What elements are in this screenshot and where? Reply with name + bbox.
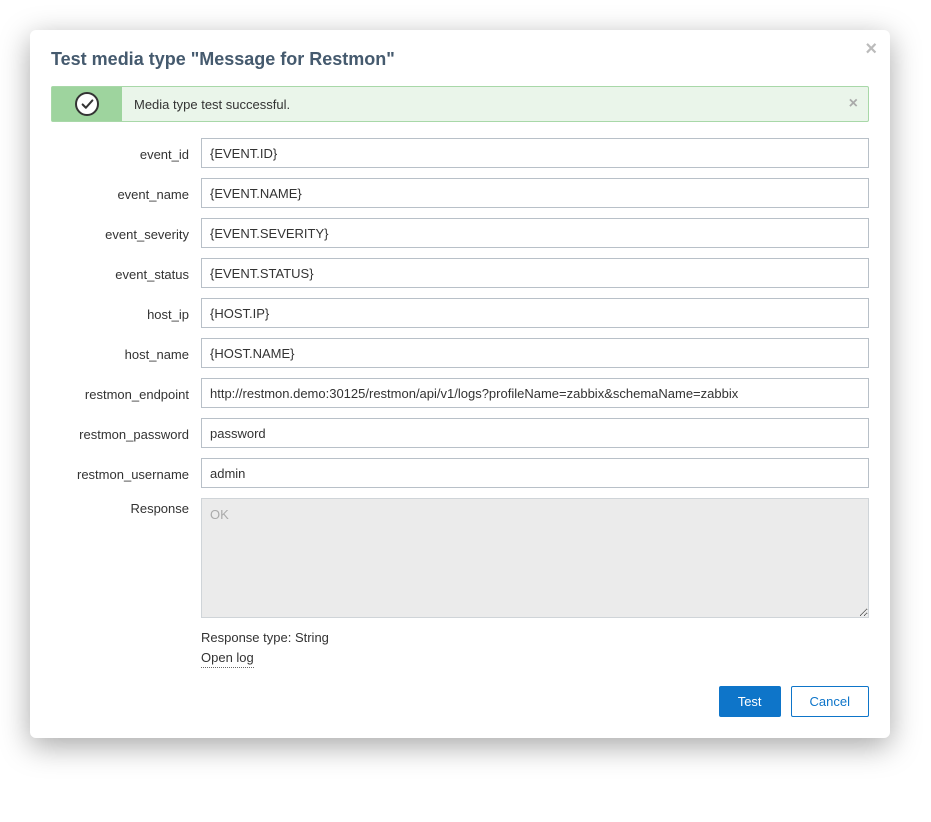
success-alert: Media type test successful. ×: [51, 86, 869, 122]
response-textarea[interactable]: OK: [201, 498, 869, 618]
close-icon[interactable]: ×: [865, 39, 877, 59]
test-media-type-dialog: × Test media type "Message for Restmon" …: [30, 30, 890, 738]
check-icon: [75, 92, 99, 116]
field-label: host_name: [51, 344, 201, 362]
host-name-input[interactable]: [201, 338, 869, 368]
field-row: event_id: [51, 138, 869, 168]
field-row: restmon_password: [51, 418, 869, 448]
field-row: restmon_username: [51, 458, 869, 488]
alert-close-icon[interactable]: ×: [849, 95, 858, 113]
field-row: event_name: [51, 178, 869, 208]
event-name-input[interactable]: [201, 178, 869, 208]
field-label: event_name: [51, 184, 201, 202]
response-label: Response: [51, 498, 201, 516]
field-label: event_status: [51, 264, 201, 282]
restmon-password-input[interactable]: [201, 418, 869, 448]
response-meta: Response type: String Open log: [201, 628, 869, 668]
field-row: host_name: [51, 338, 869, 368]
field-row: event_status: [51, 258, 869, 288]
field-label: restmon_endpoint: [51, 384, 201, 402]
cancel-button[interactable]: Cancel: [791, 686, 869, 717]
host-ip-input[interactable]: [201, 298, 869, 328]
restmon-endpoint-input[interactable]: [201, 378, 869, 408]
alert-icon-wrap: [52, 87, 122, 121]
field-label: host_ip: [51, 304, 201, 322]
alert-message: Media type test successful.: [122, 89, 868, 120]
field-label: event_severity: [51, 224, 201, 242]
field-row: host_ip: [51, 298, 869, 328]
button-row: Test Cancel: [51, 686, 869, 717]
response-type-label: Response type: String: [201, 628, 869, 648]
response-row: Response OK: [51, 498, 869, 618]
restmon-username-input[interactable]: [201, 458, 869, 488]
event-severity-input[interactable]: [201, 218, 869, 248]
dialog-title: Test media type "Message for Restmon": [51, 49, 869, 70]
test-button[interactable]: Test: [719, 686, 781, 717]
field-label: event_id: [51, 144, 201, 162]
field-row: event_severity: [51, 218, 869, 248]
open-log-link[interactable]: Open log: [201, 648, 254, 669]
field-label: restmon_password: [51, 424, 201, 442]
event-status-input[interactable]: [201, 258, 869, 288]
field-label: restmon_username: [51, 464, 201, 482]
event-id-input[interactable]: [201, 138, 869, 168]
field-row: restmon_endpoint: [51, 378, 869, 408]
